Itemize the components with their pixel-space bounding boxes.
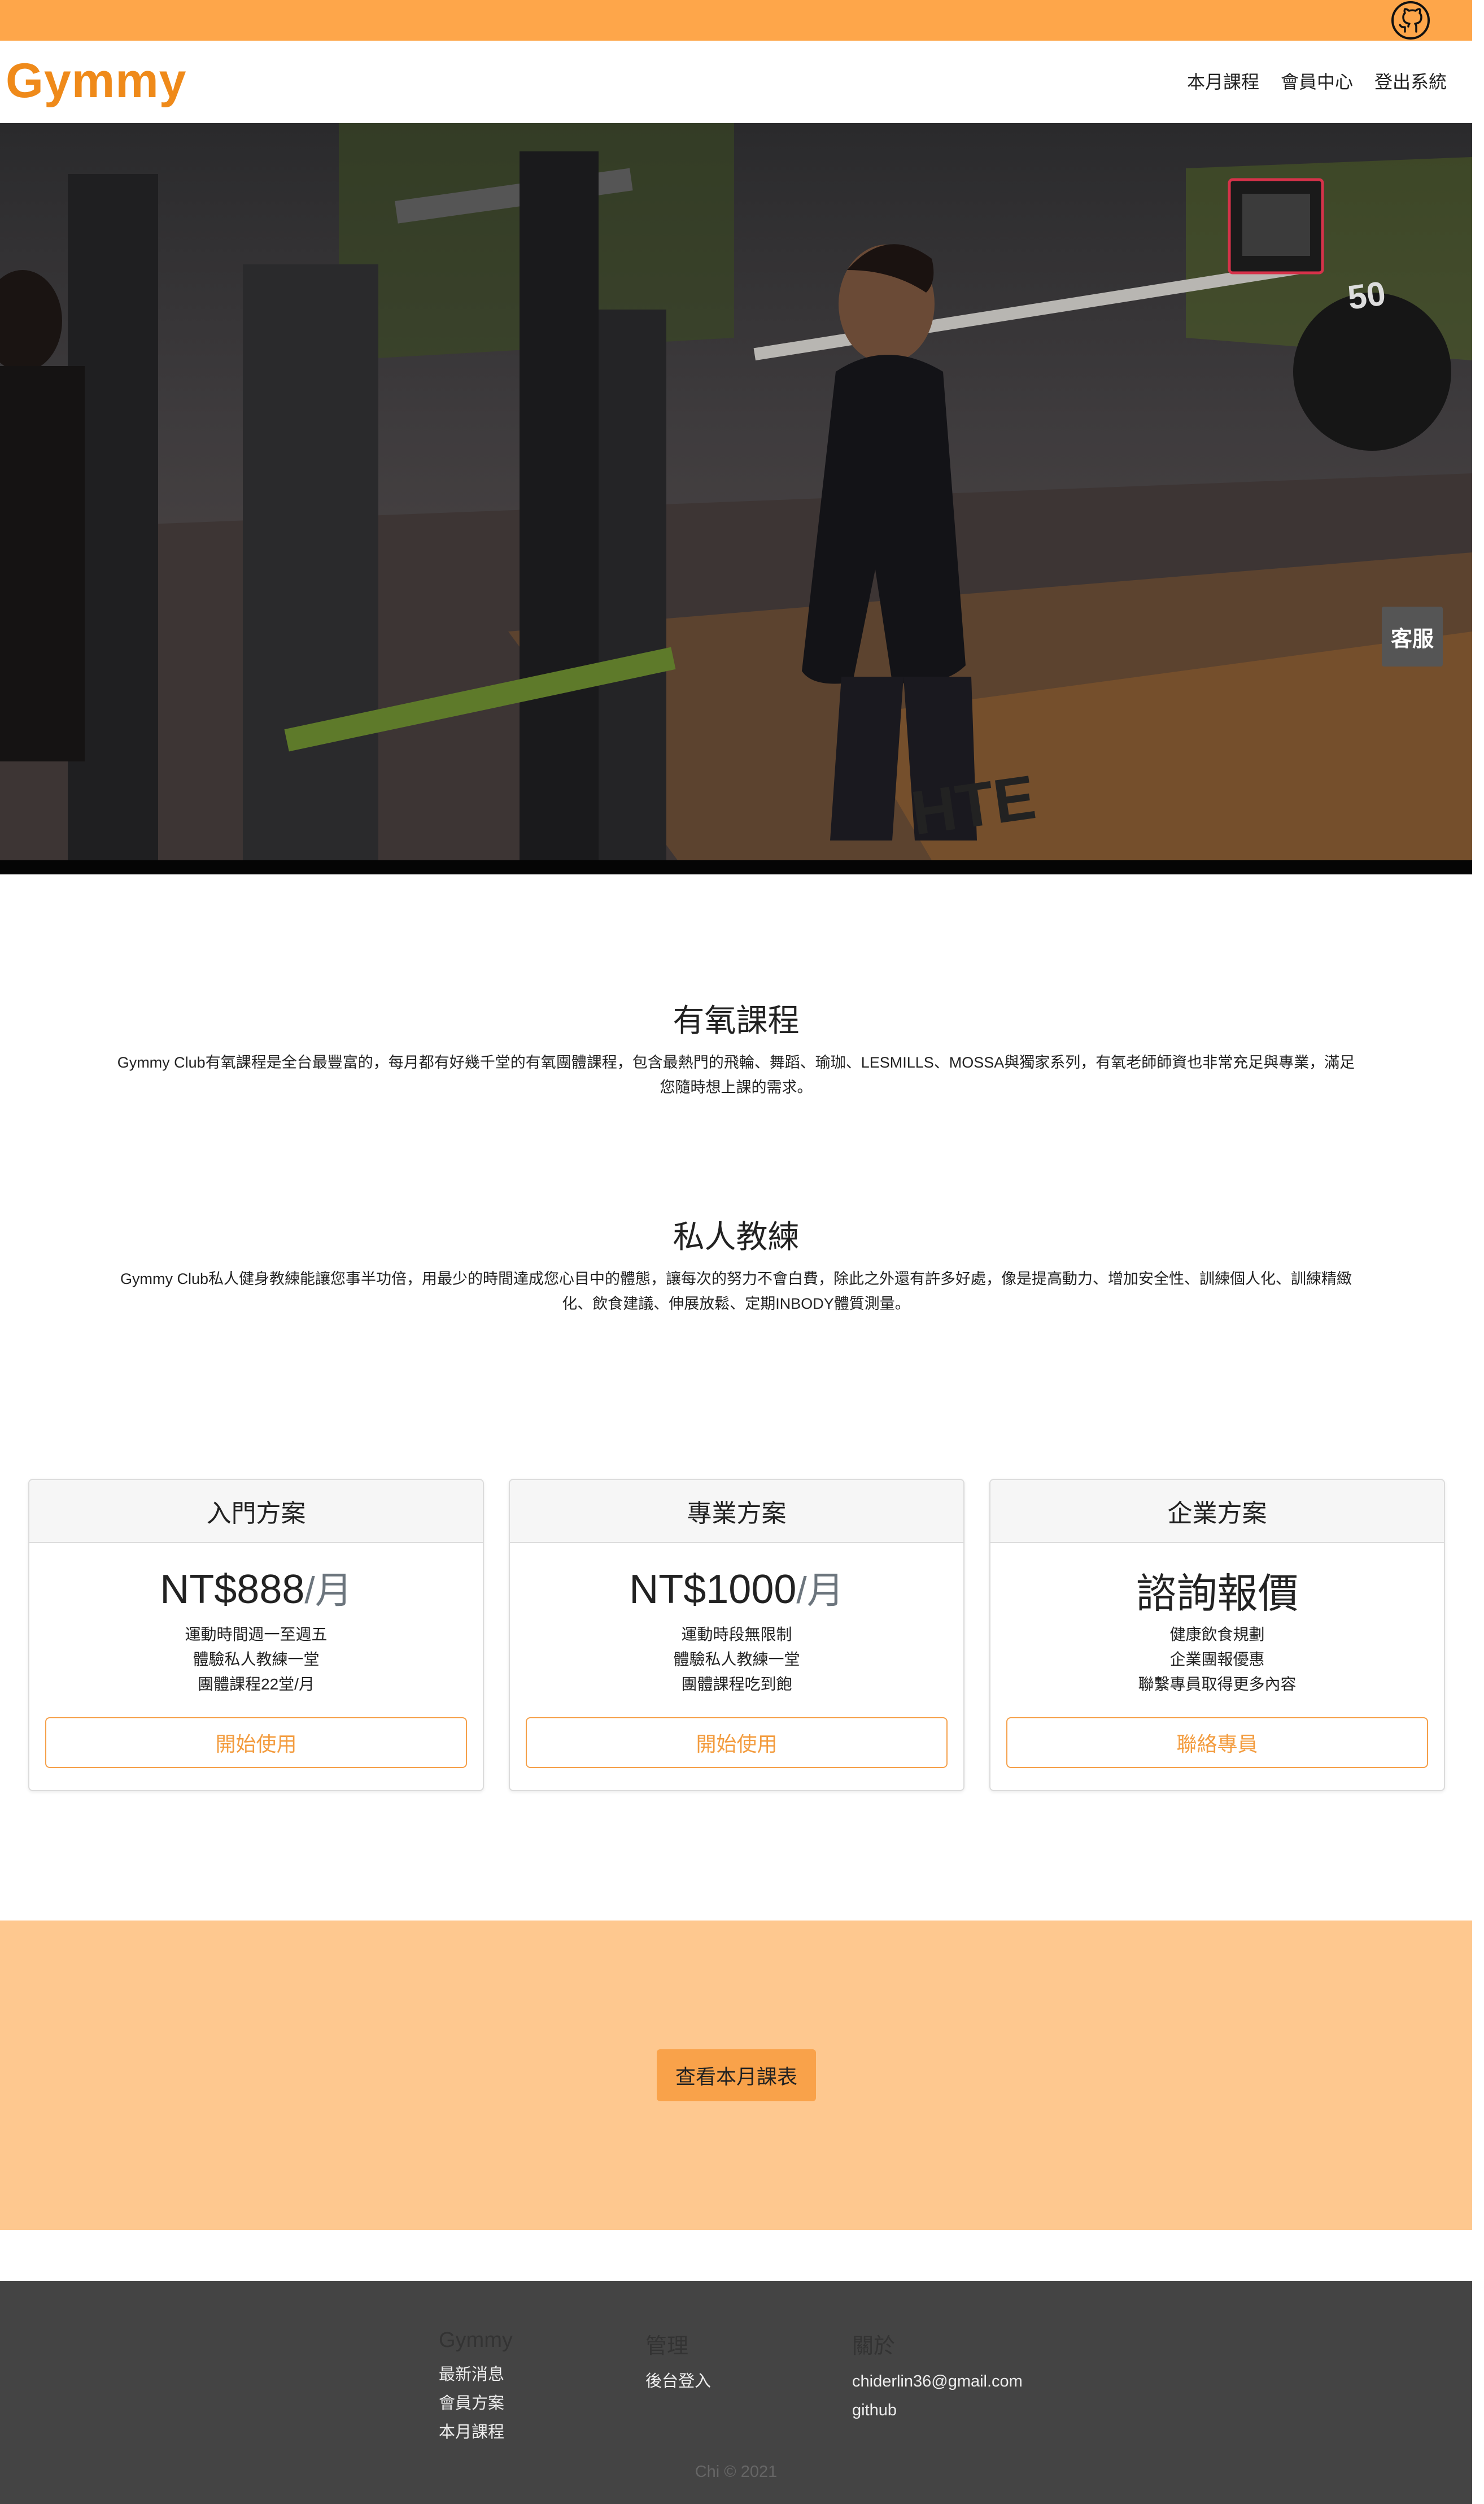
- plan-features: 運動時間週一至週五 體驗私人教練一堂 團體課程22堂/月: [29, 1622, 483, 1697]
- plan-card-basic: 入門方案 NT$888/月 運動時間週一至週五 體驗私人教練一堂 團體課程22堂…: [28, 1479, 484, 1791]
- plan-feature-item: 團體課程吃到飽: [681, 1675, 792, 1693]
- footer-column-title: Gymmy: [439, 2328, 513, 2352]
- footer-link-news[interactable]: 最新消息: [439, 2361, 513, 2389]
- footer-link-github[interactable]: github: [852, 2396, 1023, 2425]
- plan-card-enterprise: 企業方案 諮詢報價 健康飲食規劃 企業團報優惠 聯繫專員取得更多內容 聯絡專員: [989, 1479, 1445, 1791]
- pricing-plans: 入門方案 NT$888/月 運動時間週一至週五 體驗私人教練一堂 團體課程22堂…: [28, 1479, 1445, 1791]
- footer-link-admin-login[interactable]: 後台登入: [645, 2367, 711, 2396]
- feature-text: Gymmy Club私人健身教練能讓您事半功倍，用最少的時間達成您心目中的體態，…: [120, 1270, 1352, 1312]
- footer-link-email[interactable]: chiderlin36@gmail.com: [852, 2367, 1023, 2396]
- plan-price-amount: 諮詢報價: [1136, 1571, 1299, 1617]
- svg-text:50: 50: [1345, 274, 1387, 317]
- brand-logo[interactable]: Gymmy: [6, 53, 187, 109]
- contact-agent-button[interactable]: 聯絡專員: [1006, 1717, 1428, 1768]
- top-bar: [0, 0, 1472, 41]
- hero-scene-illustration: 50 HTE: [0, 123, 1472, 860]
- feature-personal-trainer: 私人教練 Gymmy Club私人健身教練能讓您事半功倍，用最少的時間達成您心目…: [113, 1212, 1359, 1316]
- cta-band: 查看本月課表: [0, 1921, 1472, 2230]
- github-icon[interactable]: [1390, 0, 1431, 41]
- plan-price-amount: NT$888: [160, 1567, 305, 1612]
- plan-price-period: /月: [796, 1569, 844, 1611]
- plan-price-amount: NT$1000: [629, 1567, 797, 1612]
- plan-feature-item: 運動時段無限制: [681, 1626, 792, 1643]
- footer-link-monthly-courses[interactable]: 本月課程: [439, 2418, 513, 2447]
- plan-features: 健康飲食規劃 企業團報優惠 聯繫專員取得更多內容: [990, 1622, 1444, 1697]
- plan-card-pro: 專業方案 NT$1000/月 運動時段無限制 體驗私人教練一堂 團體課程吃到飽 …: [509, 1479, 964, 1791]
- plan-name: 專業方案: [510, 1480, 963, 1543]
- plan-features: 運動時段無限制 體驗私人教練一堂 團體課程吃到飽: [510, 1622, 963, 1697]
- feature-text: Gymmy Club有氧課程是全台最豐富的，每月都有好幾千堂的有氧團體課程，包含…: [117, 1054, 1355, 1096]
- footer: Gymmy 最新消息 會員方案 本月課程 管理 後台登入 關於 chiderli…: [0, 2281, 1472, 2504]
- navbar: Gymmy 本月課程 會員中心 登出系統: [0, 41, 1472, 123]
- plan-price: NT$888/月: [29, 1560, 483, 1615]
- plan-feature-item: 運動時間週一至週五: [185, 1626, 328, 1643]
- copyright: Chi © 2021: [695, 2463, 778, 2481]
- footer-column-about: 關於 chiderlin36@gmail.com github: [852, 2328, 1023, 2425]
- footer-link-plans[interactable]: 會員方案: [439, 2389, 513, 2418]
- footer-column-title: 管理: [645, 2335, 689, 2358]
- nav-links: 本月課程 會員中心 登出系統: [1187, 68, 1447, 94]
- hero-video-frame: 50 HTE: [0, 123, 1472, 860]
- view-monthly-schedule-button[interactable]: 查看本月課表: [657, 2049, 816, 2101]
- plan-feature-item: 體驗私人教練一堂: [673, 1651, 800, 1668]
- plan-feature-item: 企業團報優惠: [1169, 1651, 1265, 1668]
- customer-service-button[interactable]: 客服: [1382, 607, 1443, 667]
- plan-price: 諮詢報價: [990, 1560, 1444, 1617]
- nav-item-monthly-courses[interactable]: 本月課程: [1187, 68, 1259, 94]
- plan-feature-item: 體驗私人教練一堂: [193, 1651, 320, 1668]
- nav-item-member-center[interactable]: 會員中心: [1281, 68, 1353, 94]
- footer-column-gymmy: Gymmy 最新消息 會員方案 本月課程: [439, 2328, 513, 2447]
- plan-feature-item: 團體課程22堂/月: [198, 1675, 315, 1693]
- nav-item-logout[interactable]: 登出系統: [1374, 68, 1447, 94]
- plan-feature-item: 聯繫專員取得更多內容: [1138, 1675, 1297, 1693]
- plan-name: 企業方案: [990, 1480, 1444, 1543]
- feature-aerobic: 有氧課程 Gymmy Club有氧課程是全台最豐富的，每月都有好幾千堂的有氧團體…: [113, 995, 1359, 1100]
- start-pro-plan-button[interactable]: 開始使用: [526, 1717, 948, 1768]
- feature-title: 私人教練: [673, 1219, 800, 1255]
- plan-feature-item: 健康飲食規劃: [1169, 1626, 1265, 1643]
- plan-price: NT$1000/月: [510, 1560, 963, 1615]
- hero-video[interactable]: 50 HTE 客服: [0, 123, 1472, 874]
- footer-column-title: 關於: [852, 2335, 896, 2358]
- plan-name: 入門方案: [29, 1480, 483, 1543]
- footer-column-admin: 管理 後台登入: [645, 2328, 711, 2396]
- plan-price-period: /月: [304, 1569, 352, 1611]
- feature-title: 有氧課程: [673, 1003, 800, 1038]
- start-basic-plan-button[interactable]: 開始使用: [45, 1717, 467, 1768]
